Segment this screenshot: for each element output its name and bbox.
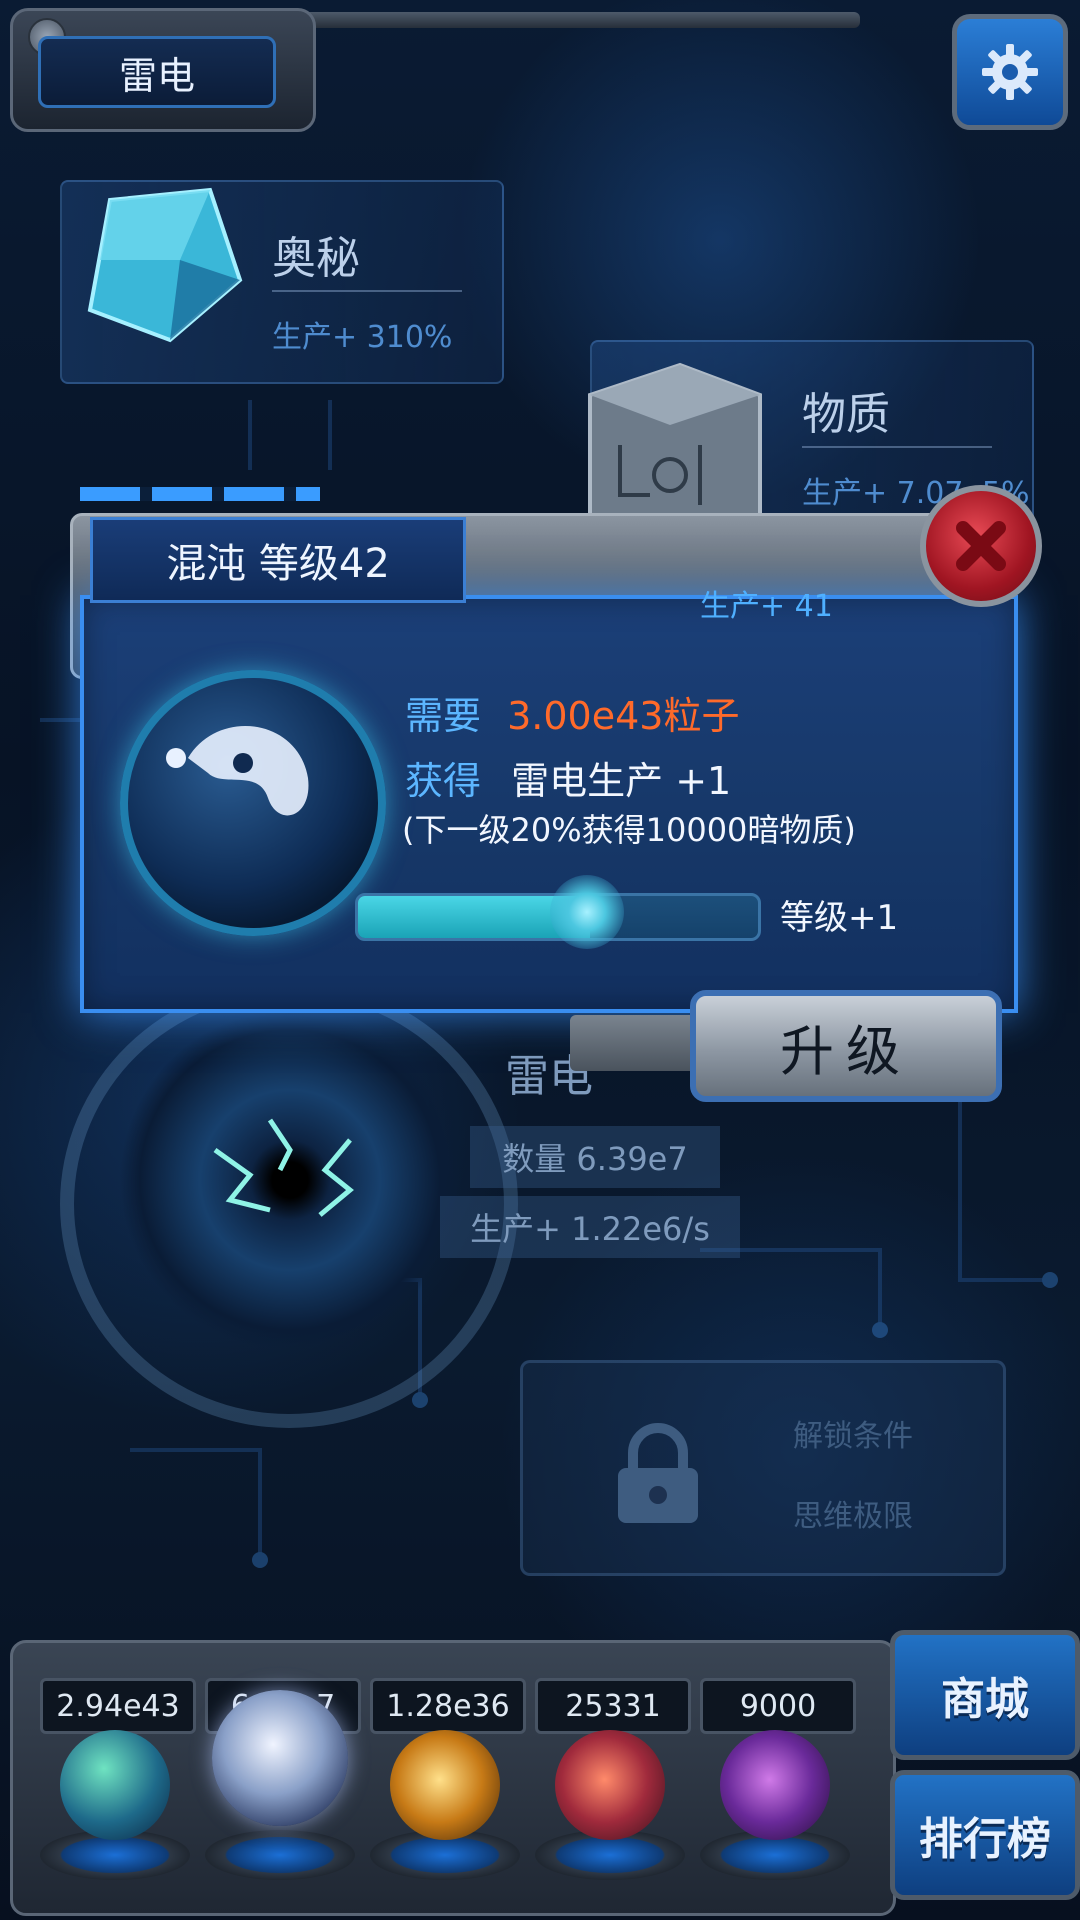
resource-value: 1.28e36 — [370, 1678, 526, 1734]
upgrade-dialog: 混沌 等级42 生产+ 41 需要 3.00e43粒子 获得 雷电生产 +1 (… — [50, 475, 1042, 1102]
divider — [802, 446, 992, 448]
gain-label: 获得 — [405, 759, 482, 803]
dialog-production: 生产+ 41 — [700, 589, 833, 624]
page-title: 雷电 — [38, 36, 276, 108]
dialog-accent-stripe — [80, 487, 320, 501]
top-frame-rail — [300, 12, 860, 28]
settings-button[interactable] — [952, 14, 1068, 130]
pedestal — [205, 1830, 355, 1880]
top-bar: 雷电 — [0, 0, 1080, 132]
purple-vortex-orb-icon[interactable] — [720, 1730, 830, 1840]
lightning-icon — [213, 1118, 354, 1217]
lock-icon — [618, 1423, 698, 1523]
divider — [272, 290, 462, 292]
resource-value: 9000 — [700, 1678, 856, 1734]
thunder-count: 数量 6.39e7 — [470, 1126, 720, 1188]
resource-value: 2.94e43 — [40, 1678, 196, 1734]
mystery-title: 奥秘 — [272, 233, 360, 284]
crystal-icon — [87, 187, 243, 343]
resource-value: 25331 — [535, 1678, 691, 1734]
gear-icon — [982, 44, 1038, 100]
close-icon — [956, 521, 1006, 571]
lightning-orb-icon[interactable] — [212, 1690, 348, 1826]
thunder-production: 生产+ 1.22e6/s — [440, 1196, 740, 1258]
gain-row: 获得 雷电生产 +1 — [405, 750, 731, 805]
matter-title: 物质 — [802, 389, 890, 440]
dialog-title: 混沌 等级42 — [90, 517, 466, 603]
button-bracket — [570, 1015, 710, 1071]
close-button[interactable] — [920, 485, 1042, 607]
mystery-production: 生产+ 310% — [272, 320, 453, 355]
unlock-condition-label: 解锁条件 — [793, 1419, 913, 1454]
thunder-vortex-icon[interactable] — [120, 1010, 460, 1350]
golden-nebula-orb-icon[interactable] — [390, 1730, 500, 1840]
unlock-condition-value: 思维极限 — [793, 1499, 913, 1534]
progress-knob — [550, 875, 624, 949]
upgrade-button[interactable]: 升级 — [690, 990, 1002, 1102]
need-label: 需要 — [405, 694, 482, 738]
next-level-note: (下一级20%获得10000暗物质) — [402, 811, 856, 849]
gain-value: 雷电生产 +1 — [511, 759, 732, 803]
level-up-label: 等级+1 — [780, 898, 899, 938]
green-atom-orb-icon[interactable] — [60, 1730, 170, 1840]
resource-bar: 2.94e43 6.39e7 1.28e36 25331 9000 商城 排行榜 — [0, 1610, 1080, 1920]
need-value: 3.00e43粒子 — [507, 694, 740, 738]
chaos-orb-icon — [120, 670, 386, 936]
red-brain-orb-icon[interactable] — [555, 1730, 665, 1840]
yin-yang-icon — [166, 725, 309, 816]
ranking-button[interactable]: 排行榜 — [890, 1770, 1080, 1900]
requirement-row: 需要 3.00e43粒子 — [405, 685, 739, 740]
locked-slot[interactable]: 解锁条件 思维极限 — [520, 1360, 1006, 1576]
shop-button[interactable]: 商城 — [890, 1630, 1080, 1760]
